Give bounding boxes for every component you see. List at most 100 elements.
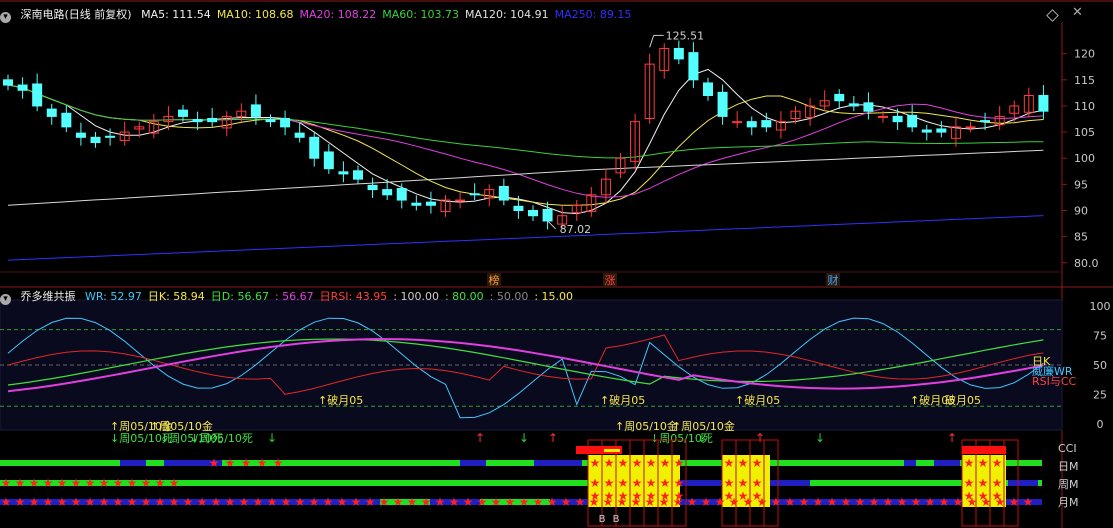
star-icon: ★ [978,456,989,470]
star-icon: ★ [547,495,558,509]
top-indicator-3: MA60: 103.73 [382,8,459,21]
signal-arrow: ↑ [947,431,957,445]
candle-body [192,119,203,123]
star-icon: ★ [365,495,376,509]
star-icon: ★ [841,495,852,509]
bottom-indicator-1: 日K: 58.94 [147,290,205,303]
star-icon: ★ [618,456,629,470]
star-icon: ★ [660,456,671,470]
star-icon: ★ [85,476,96,490]
star-icon: ★ [257,456,268,470]
indicator-title: 乔多维共振 [20,290,76,303]
star-icon: ★ [155,495,166,509]
signal-arrow: ↑ [548,431,558,445]
star-icon: ★ [738,476,749,490]
star-icon: ★ [925,495,936,509]
star-icon: ★ [953,495,964,509]
price-axis-label: 85 [1074,231,1088,244]
star-icon: ★ [1,476,12,490]
star-icon: ★ [351,495,362,509]
candle-body [61,112,72,128]
star-icon: ★ [738,489,749,503]
candle-body [353,170,363,180]
star-icon: ★ [604,489,615,503]
star-icon: ★ [253,495,264,509]
indicator-axis-label: 25 [1093,389,1107,402]
star-icon: ★ [113,495,124,509]
star-icon: ★ [575,495,586,509]
indicator-axis-label: 0 [1097,418,1104,431]
candle-body [936,128,947,133]
ma20-line [7,84,1044,198]
stock-chart[interactable]: 120 115 110 105 100 95 90 85 80.0 125.51 87.02 榜 涨 财 1… [0,0,1113,528]
signal-label-6: ↑破月05 [600,393,645,407]
candle-body [455,199,466,202]
star-icon: ★ [71,476,82,490]
star-icon: ★ [169,476,180,490]
settings-gear-icon[interactable]: ▾ [0,12,11,23]
candle-body [323,151,334,170]
star-icon: ★ [813,495,824,509]
bottom-indicator-2: 日D: 56.67 [210,290,269,303]
candle-body [75,132,86,138]
star-icon: ★ [267,495,278,509]
row-label-0: CCI [1058,442,1077,455]
star-icon: ★ [827,495,838,509]
event-marker-1: 涨 [605,274,616,287]
star-icon: ★ [869,495,880,509]
bottom-letter-0: B [599,514,606,525]
star-icon: ★ [939,495,950,509]
resonance-bar-0 [0,460,1042,466]
star-icon: ★ [964,489,975,503]
indicator-axis-label: 100 [1090,300,1111,313]
star-icon: ★ [646,456,657,470]
candle-body [469,193,480,196]
bar-seg-blue [120,460,146,466]
bar-seg-blue [904,460,916,466]
row-label-2: 周M [1058,478,1079,491]
star-icon: ★ [183,495,194,509]
star-icon: ★ [197,495,208,509]
star-icon: ★ [724,476,735,490]
signal-label-5: ↑破月05 [318,393,363,407]
price-axis-label: 100 [1074,152,1095,165]
star-icon: ★ [561,495,572,509]
star-icon: ★ [477,495,488,509]
candle-body [178,109,188,117]
candle-body [17,84,28,91]
candle-body [207,118,218,123]
top-indicator-2: MA20: 108.22 [299,8,377,21]
price-axis-label: 115 [1074,74,1095,87]
candle-body [746,121,757,128]
star-icon: ★ [1009,495,1020,509]
star-icon: ★ [309,495,320,509]
star-icon: ★ [1023,495,1034,509]
close-icon[interactable]: ✕ [1072,5,1083,20]
star-icon: ★ [491,495,502,509]
star-icon: ★ [590,489,601,503]
star-icon: ★ [1,495,12,509]
star-icon: ★ [964,476,975,490]
star-icon: ★ [771,495,782,509]
signal-label-10: ↑破月05 [735,393,780,407]
star-icon: ★ [15,495,26,509]
star-icon: ★ [85,495,96,509]
star-icon: ★ [127,495,138,509]
star-icon: ★ [211,495,222,509]
star-icon: ★ [855,495,866,509]
star-icon: ★ [646,489,657,503]
indicator-gear-icon[interactable]: ▾ [0,294,11,305]
star-icon: ★ [964,456,975,470]
candle-body [1038,95,1049,112]
star-icon: ★ [992,489,1003,503]
candle-body [294,132,305,138]
indicator-axis-label: 75 [1093,330,1107,343]
candle-body [105,135,116,138]
ma60-line [7,84,1044,159]
bottom-letter-1: B [613,514,620,525]
ma10-line [7,84,1044,206]
star-icon: ★ [239,495,250,509]
candle-body [921,129,932,133]
star-icon: ★ [169,495,180,509]
star-icon: ★ [225,456,236,470]
